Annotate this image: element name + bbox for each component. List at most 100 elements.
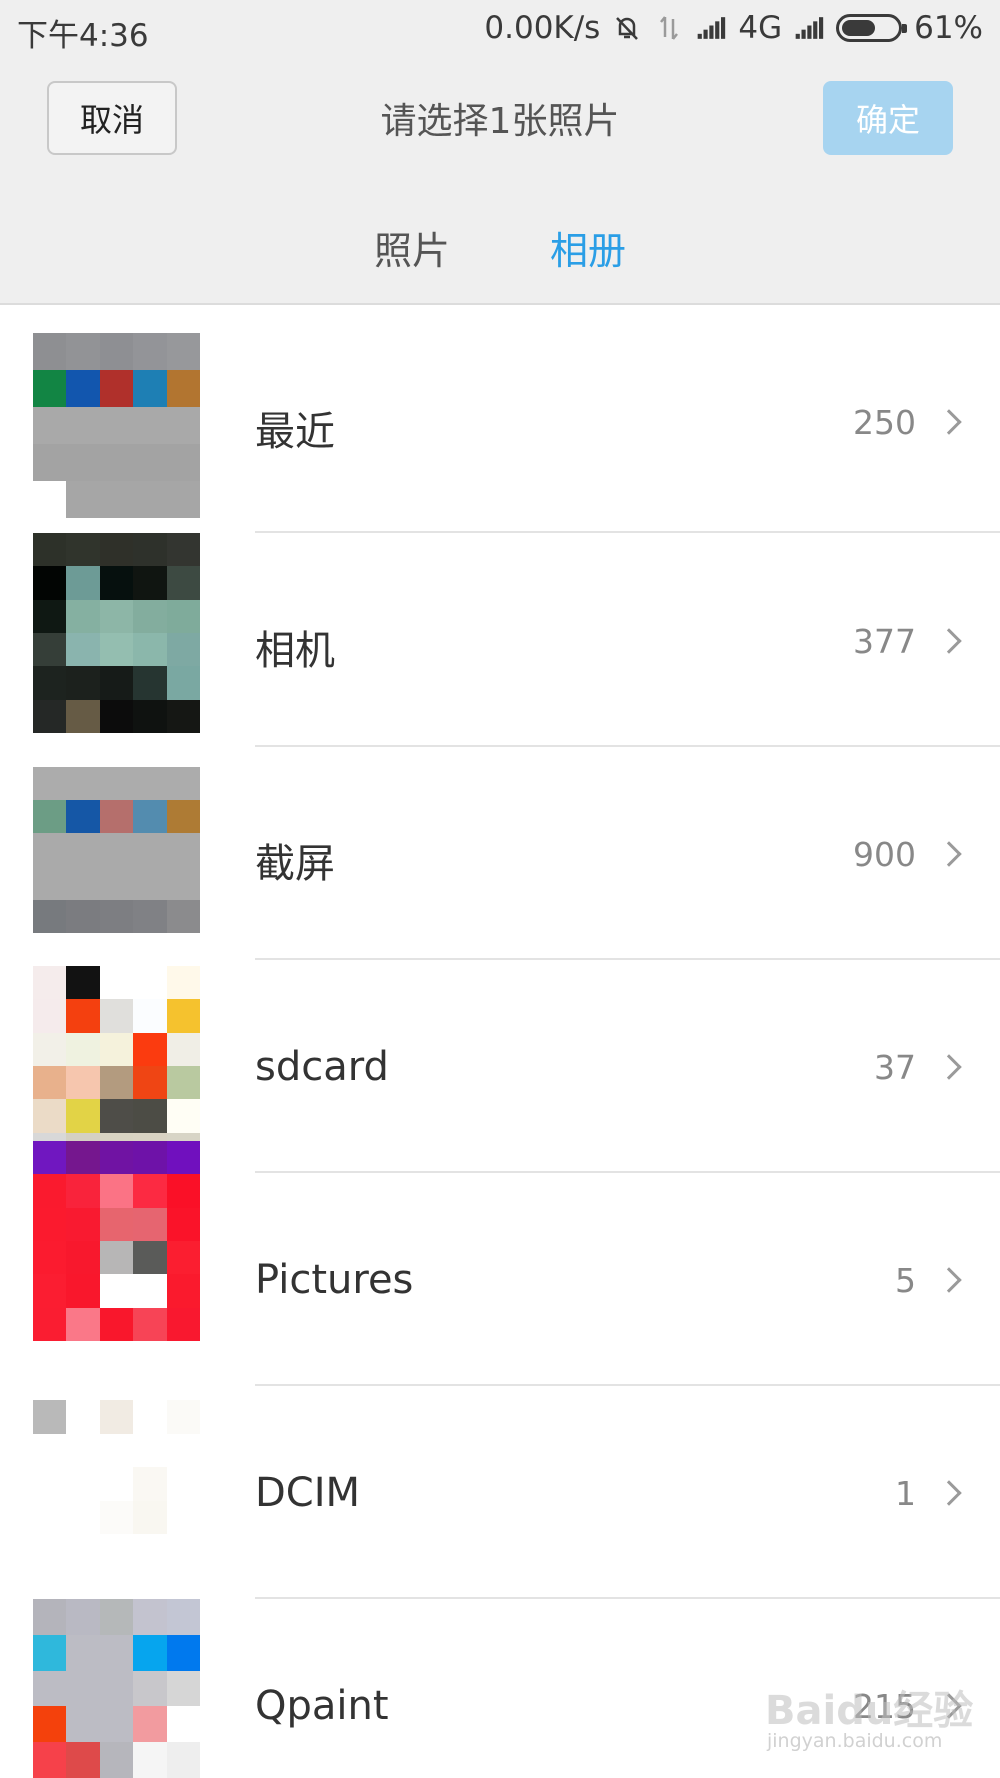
thumbnail-cell [66, 481, 100, 518]
thumbnail-cell [33, 833, 67, 867]
thumbnail-cell [166, 1207, 200, 1241]
thumbnail-cell [133, 1706, 167, 1743]
thumbnail-cell [133, 1141, 167, 1175]
thumbnail-cell [133, 1534, 167, 1568]
thumbnail-cell [99, 566, 134, 600]
thumbnail-cell [66, 800, 100, 834]
thumbnail-cell [166, 1240, 200, 1275]
album-thumbnail [33, 1599, 200, 1778]
thumbnail-cell [133, 866, 167, 900]
tab-photos[interactable]: 照片 [374, 220, 450, 275]
thumbnail-cell [133, 899, 167, 933]
baidu-watermark: Baidu经验 jingyan.baidu.com [765, 1672, 975, 1762]
signal-icon-2 [795, 17, 824, 39]
thumbnail-cell [99, 407, 134, 444]
thumbnail-cell [166, 899, 200, 933]
thumbnail-cell [66, 599, 100, 633]
thumbnail-cell [33, 370, 67, 407]
thumbnail-cell [133, 1742, 167, 1778]
album-count: 250 [853, 403, 916, 442]
album-name: 相机 [255, 628, 335, 674]
thumbnail-cell [99, 1742, 134, 1778]
thumbnail-cell [66, 333, 100, 370]
chevron-right-icon [936, 409, 962, 435]
chevron-right-icon [936, 1480, 962, 1506]
album-thumbnail [33, 1400, 200, 1568]
thumbnail-cell [66, 1500, 100, 1535]
thumbnail-cell [99, 1500, 134, 1535]
signal-icon [698, 17, 726, 39]
thumbnail-cell [133, 444, 167, 481]
thumbnail-cell [133, 599, 167, 633]
thumbnail-cell [33, 1207, 67, 1241]
thumbnail-cell [33, 866, 67, 900]
thumbnail-cell [133, 1174, 167, 1208]
thumbnail-cell [33, 800, 67, 834]
thumbnail-cell [33, 1742, 67, 1778]
thumbnail-cell [166, 333, 200, 370]
chevron-right-icon [936, 1267, 962, 1293]
thumbnail-cell [66, 999, 100, 1033]
thumbnail-cell [166, 632, 200, 667]
thumbnail-cell [99, 1032, 134, 1066]
thumbnail-cell [66, 566, 100, 600]
confirm-button[interactable]: 确定 [823, 81, 953, 155]
thumbnail-cell [166, 1742, 200, 1778]
thumbnail-cell [166, 599, 200, 633]
data-transfer-icon [660, 16, 679, 40]
thumbnail-cell [166, 1433, 200, 1468]
thumbnail-cell [133, 632, 167, 667]
thumbnail-cell [33, 481, 67, 518]
thumbnail-cell [133, 699, 167, 733]
thumbnail-cell [133, 370, 167, 407]
thumbnail-cell [33, 1433, 67, 1468]
album-row-pictures[interactable]: Pictures 5 [0, 1141, 1000, 1386]
thumbnail-cell [133, 1670, 167, 1707]
thumbnail-cell [99, 866, 134, 900]
album-thumbnail [33, 1141, 200, 1341]
watermark-url: jingyan.baidu.com [767, 1730, 943, 1752]
thumbnail-cell [66, 1141, 100, 1175]
thumbnail-cell [99, 481, 134, 518]
thumbnail-cell [166, 699, 200, 733]
thumbnail-cell [33, 699, 67, 733]
thumbnail-cell [33, 533, 67, 567]
thumbnail-cell [133, 1274, 167, 1308]
thumbnail-cell [66, 1099, 100, 1133]
album-name: DCIM [255, 1470, 361, 1516]
thumbnail-cell [133, 767, 167, 801]
thumbnail-cell [133, 1433, 167, 1468]
thumbnail-cell [99, 699, 134, 733]
album-row-screenshots[interactable]: 截屏 900 [0, 747, 1000, 960]
thumbnail-cell [166, 407, 200, 444]
thumbnail-cell [33, 1400, 67, 1434]
album-count: 5 [895, 1261, 916, 1300]
thumbnail-cell [166, 1274, 200, 1308]
album-row-recent[interactable]: 最近 250 [0, 307, 1000, 520]
tab-albums[interactable]: 相册 [550, 220, 626, 275]
thumbnail-cell [33, 899, 67, 933]
album-row-camera[interactable]: 相机 377 [0, 533, 1000, 746]
thumbnail-cell [99, 1670, 134, 1707]
thumbnail-cell [99, 1400, 134, 1434]
thumbnail-cell [166, 999, 200, 1033]
thumbnail-cell [66, 1467, 100, 1501]
thumbnail-cell [33, 444, 67, 481]
thumbnail-cell [99, 1141, 134, 1175]
thumbnail-cell [66, 1207, 100, 1241]
thumbnail-cell [66, 1307, 100, 1341]
status-right: 0.00K/s 4G 61% [484, 10, 983, 46]
thumbnail-cell [166, 1467, 200, 1501]
thumbnail-cell [33, 1534, 67, 1568]
cancel-button[interactable]: 取消 [47, 81, 177, 155]
thumbnail-cell [99, 1634, 134, 1671]
thumbnail-cell [99, 1433, 134, 1468]
thumbnail-cell [33, 1240, 67, 1275]
thumbnail-cell [133, 1634, 167, 1671]
thumbnail-cell [66, 966, 100, 1000]
thumbnail-cell [66, 767, 100, 801]
thumbnail-cell [33, 1032, 67, 1066]
thumbnail-cell [166, 1099, 200, 1133]
thumbnail-cell [166, 1400, 200, 1434]
album-row-dcim[interactable]: DCIM 1 [0, 1386, 1000, 1599]
